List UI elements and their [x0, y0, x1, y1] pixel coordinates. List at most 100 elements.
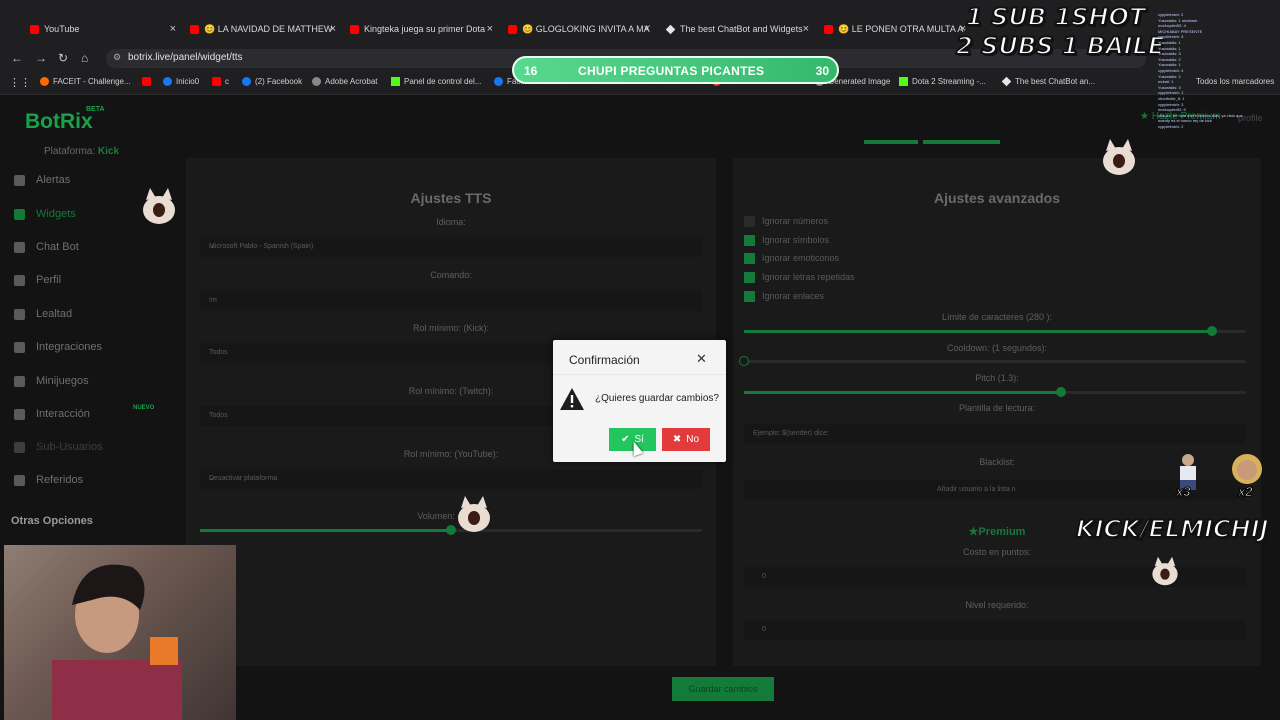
tab-4[interactable]: 😊 GLOGLOKING INVITA A MAT ×: [508, 18, 650, 40]
tts-panel-title: Ajustes TTS: [410, 190, 492, 206]
ignore-repeated-letters-label: Ignorar letras repetidas: [762, 272, 855, 282]
close-icon[interactable]: ×: [170, 23, 176, 35]
subs-overlay-line-2: 2 SUBS 1 BAILE: [955, 31, 1165, 61]
apps-icon[interactable]: ⋮⋮: [9, 76, 31, 89]
facebook-icon: [494, 77, 503, 86]
platform-indicator: Plataforma: Kick: [44, 146, 120, 157]
pitch-slider-handle[interactable]: [1056, 387, 1066, 397]
close-icon[interactable]: ×: [487, 23, 493, 35]
back-icon[interactable]: ←: [11, 51, 23, 65]
other-options-heading: Otras Opciones: [11, 515, 93, 527]
youtube-role-select[interactable]: Desactivar plataforma ⌄: [200, 469, 702, 489]
beta-badge: BETA: [86, 106, 105, 113]
ignore-numbers-checkbox[interactable]: [744, 216, 755, 227]
sidebar-item-referidos[interactable]: Referidos: [14, 474, 83, 486]
top-tab-indicator-1[interactable]: [864, 140, 918, 144]
bookmark-3[interactable]: Inicio0: [163, 77, 199, 86]
emote-count-b: x2: [1237, 484, 1253, 500]
sidebar-item-chat-bot[interactable]: Chat Bot: [14, 241, 79, 253]
char-limit-slider-handle[interactable]: [1207, 326, 1217, 336]
top-tab-indicator-2[interactable]: [923, 140, 1000, 144]
save-changes-button[interactable]: Guardar cambios: [672, 677, 774, 701]
tab-3[interactable]: Kingteka juega su primer Dota ×: [350, 18, 493, 40]
char-limit-label: Límite de caracteres (280 ):: [941, 312, 1053, 322]
sidebar-item-perfil[interactable]: Perfil: [14, 274, 61, 286]
cat-sticker: [143, 188, 175, 224]
music-icon: [14, 408, 25, 420]
level-input[interactable]: 0: [744, 620, 1246, 640]
close-icon[interactable]: ✕: [696, 351, 707, 367]
dialog-title: Confirmación: [569, 353, 640, 367]
botrix-icon: [666, 24, 676, 34]
youtube-icon: [30, 24, 39, 34]
sidebar-item-widgets[interactable]: Widgets: [14, 208, 76, 220]
site-info-icon[interactable]: ⚙: [113, 52, 121, 63]
bookmark-12[interactable]: The best ChatBot an...: [1001, 76, 1095, 87]
cooldown-slider-handle[interactable]: [739, 356, 749, 366]
youtube-icon: [350, 24, 359, 34]
kick-icon: [899, 77, 908, 86]
ignore-symbols-checkbox[interactable]: [744, 235, 755, 246]
new-badge: NUEVO: [133, 405, 155, 411]
kick-channel-overlay: KICK/ELMICHIJ: [1075, 514, 1270, 544]
confirm-no-button[interactable]: ✖ No: [662, 428, 710, 451]
reload-icon[interactable]: ↻: [58, 51, 68, 65]
cat-sticker: [1152, 556, 1178, 586]
bookmark-4[interactable]: c: [212, 77, 229, 86]
chevron-down-icon: ⌄: [209, 473, 216, 482]
ignore-repeated-letters-checkbox[interactable]: [744, 272, 755, 283]
subs-overlay-line-1: 1 SUB 1SHOT: [965, 2, 1146, 32]
warning-icon: [14, 174, 25, 186]
ignore-links-checkbox[interactable]: [744, 291, 755, 302]
close-icon[interactable]: ×: [644, 23, 650, 35]
streamer-webcam: [52, 564, 182, 720]
bookmark-1[interactable]: FACEIT - Challenge...: [40, 77, 131, 86]
sidebar-item-lealtad[interactable]: Lealtad: [14, 308, 72, 320]
widgets-icon: [14, 208, 25, 220]
star-icon: ★: [968, 526, 979, 538]
dialog-question: ¿Quieres guardar cambios?: [595, 393, 719, 404]
youtube-icon: [212, 77, 221, 86]
sidebar-item-minijuegos[interactable]: Minijuegos: [14, 375, 89, 387]
gamepad-icon: [14, 375, 25, 387]
close-icon[interactable]: ×: [803, 23, 809, 35]
char-limit-slider-fill: [744, 330, 1212, 333]
faceit-icon: [40, 77, 49, 86]
sidebar-item-integraciones[interactable]: Integraciones: [14, 341, 102, 353]
home-icon[interactable]: ⌂: [81, 51, 88, 65]
bookmark-11[interactable]: Dota 2 Streaming -...: [899, 77, 986, 86]
tab-2[interactable]: 😊 LA NAVIDAD DE MATTHEW ×: [190, 18, 336, 40]
template-input[interactable]: Ejemplo: $(sender) dice:: [744, 424, 1246, 444]
tab-6[interactable]: 😊 LE PONEN OTRA MULTA A C ×: [824, 18, 966, 40]
warning-icon: [560, 388, 584, 410]
emote-count-a: x3: [1175, 484, 1191, 500]
cooldown-slider[interactable]: [744, 360, 1246, 363]
close-icon[interactable]: ×: [330, 23, 336, 35]
bookmark-5[interactable]: (2) Facebook: [242, 77, 302, 86]
bookmark-2[interactable]: [142, 77, 155, 86]
users-icon: [14, 441, 25, 453]
ignore-emotes-label: Ignorar emoticonos: [762, 253, 840, 263]
botrix-logo[interactable]: BotRix: [25, 110, 93, 134]
cooldown-label: Cooldown: (1 segundos):: [946, 343, 1048, 353]
level-label: Nivel requerido:: [965, 600, 1029, 610]
user-plus-icon: [14, 474, 25, 486]
command-input[interactable]: !m: [200, 291, 702, 311]
bookmark-6[interactable]: Adobe Acrobat: [312, 77, 377, 86]
forward-icon[interactable]: →: [35, 51, 47, 65]
ignore-emotes-checkbox[interactable]: [744, 253, 755, 264]
youtube-icon: [190, 24, 199, 34]
tab-1[interactable]: YouTube ×: [30, 18, 176, 40]
youtube-icon: [142, 77, 151, 86]
facebook-icon: [242, 77, 251, 86]
sidebar-item-sub-usuarios[interactable]: Sub-Usuarios: [14, 441, 103, 453]
language-select[interactable]: Microsoft Pablo - Spanish (Spain) ⌄: [200, 237, 702, 257]
sidebar-item-alertas[interactable]: Alertas: [14, 174, 70, 186]
pitch-label: Pitch (1.3):: [975, 373, 1019, 383]
chat-message: cyppleimich: 2: [1158, 123, 1184, 129]
bookmark-7[interactable]: Panel de control del...: [391, 77, 481, 86]
ignore-links-label: Ignorar enlaces: [762, 291, 825, 301]
botrix-icon: [1001, 76, 1012, 87]
tab-5-active[interactable]: The best ChatBot and Widgets ×: [666, 18, 809, 40]
sidebar-item-interaccion[interactable]: Interacción: [14, 408, 90, 420]
